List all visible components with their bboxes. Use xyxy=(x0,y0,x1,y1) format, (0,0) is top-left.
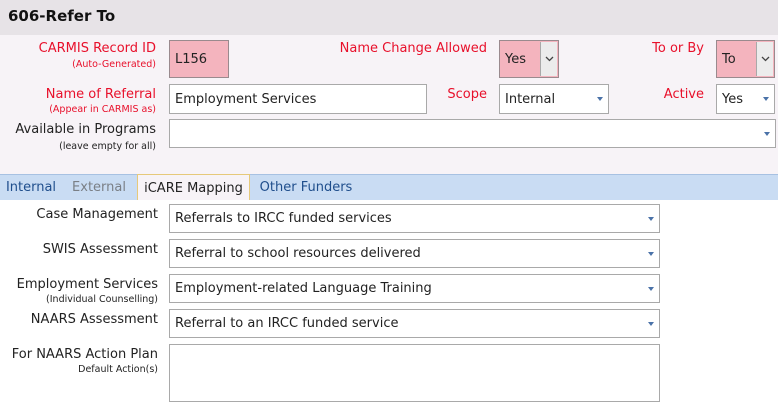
scope-dropdown[interactable]: Internal xyxy=(499,84,609,114)
to-or-by-dropdown[interactable]: To xyxy=(716,40,775,78)
name-referral-field[interactable]: Employment Services xyxy=(169,84,427,114)
chevron-down-icon[interactable] xyxy=(643,275,659,302)
title-bar xyxy=(0,0,778,35)
swis-value: Referral to school resources delivered xyxy=(175,246,421,261)
active-value: Yes xyxy=(722,91,743,107)
case-management-label: Case Management xyxy=(36,207,158,222)
programs-dropdown[interactable] xyxy=(169,119,776,148)
tab-external[interactable]: External xyxy=(68,174,130,200)
naars-value: Referral to an IRCC funded service xyxy=(175,316,399,331)
case-management-value: Referrals to IRCC funded services xyxy=(175,211,392,226)
record-id-value: L156 xyxy=(175,51,208,67)
name-change-dropdown[interactable]: Yes xyxy=(499,40,559,78)
employment-dropdown[interactable]: Employment-related Language Training xyxy=(169,274,660,303)
chevron-down-icon[interactable] xyxy=(756,42,773,76)
name-referral-value: Employment Services xyxy=(175,91,317,107)
action-plan-label: For NAARS Action Plan xyxy=(11,347,158,362)
chevron-down-icon[interactable] xyxy=(643,205,659,232)
chevron-down-icon[interactable] xyxy=(759,120,775,147)
active-dropdown[interactable]: Yes xyxy=(716,84,775,114)
employment-value: Employment-related Language Training xyxy=(175,281,432,296)
programs-sublabel: (leave empty for all) xyxy=(59,141,156,152)
active-label: Active xyxy=(663,87,704,102)
name-referral-sublabel: (Appear in CARMIS as) xyxy=(49,104,156,115)
record-id-field[interactable]: L156 xyxy=(169,40,229,78)
swis-dropdown[interactable]: Referral to school resources delivered xyxy=(169,239,660,268)
record-id-label: CARMIS Record ID xyxy=(38,41,156,56)
form-title: 606-Refer To xyxy=(8,7,116,25)
swis-label: SWIS Assessment xyxy=(42,242,158,257)
action-plan-sublabel: Default Action(s) xyxy=(78,364,158,375)
name-referral-label: Name of Referral xyxy=(45,87,156,102)
chevron-down-icon[interactable] xyxy=(540,42,557,76)
chevron-down-icon[interactable] xyxy=(643,310,659,337)
employment-label: Employment Services xyxy=(16,277,158,292)
record-id-sublabel: (Auto-Generated) xyxy=(72,59,156,70)
tab-other-funders[interactable]: Other Funders xyxy=(255,174,357,200)
naars-label: NAARS Assessment xyxy=(30,312,158,327)
tab-internal[interactable]: Internal xyxy=(0,174,62,200)
naars-dropdown[interactable]: Referral to an IRCC funded service xyxy=(169,309,660,338)
action-plan-listbox[interactable] xyxy=(169,344,660,402)
tab-icare-mapping[interactable]: iCARE Mapping xyxy=(137,174,250,201)
to-or-by-label: To or By xyxy=(652,41,704,56)
to-or-by-value: To xyxy=(722,51,736,67)
programs-label: Available in Programs xyxy=(15,122,156,137)
name-change-value: Yes xyxy=(505,51,526,67)
case-management-dropdown[interactable]: Referrals to IRCC funded services xyxy=(169,204,660,233)
scope-label: Scope xyxy=(447,87,487,102)
chevron-down-icon[interactable] xyxy=(758,85,774,113)
chevron-down-icon[interactable] xyxy=(643,240,659,267)
scope-value: Internal xyxy=(505,91,556,107)
employment-sublabel: (Individual Counselling) xyxy=(46,294,158,305)
chevron-down-icon[interactable] xyxy=(592,85,608,113)
name-change-label: Name Change Allowed xyxy=(339,41,487,56)
